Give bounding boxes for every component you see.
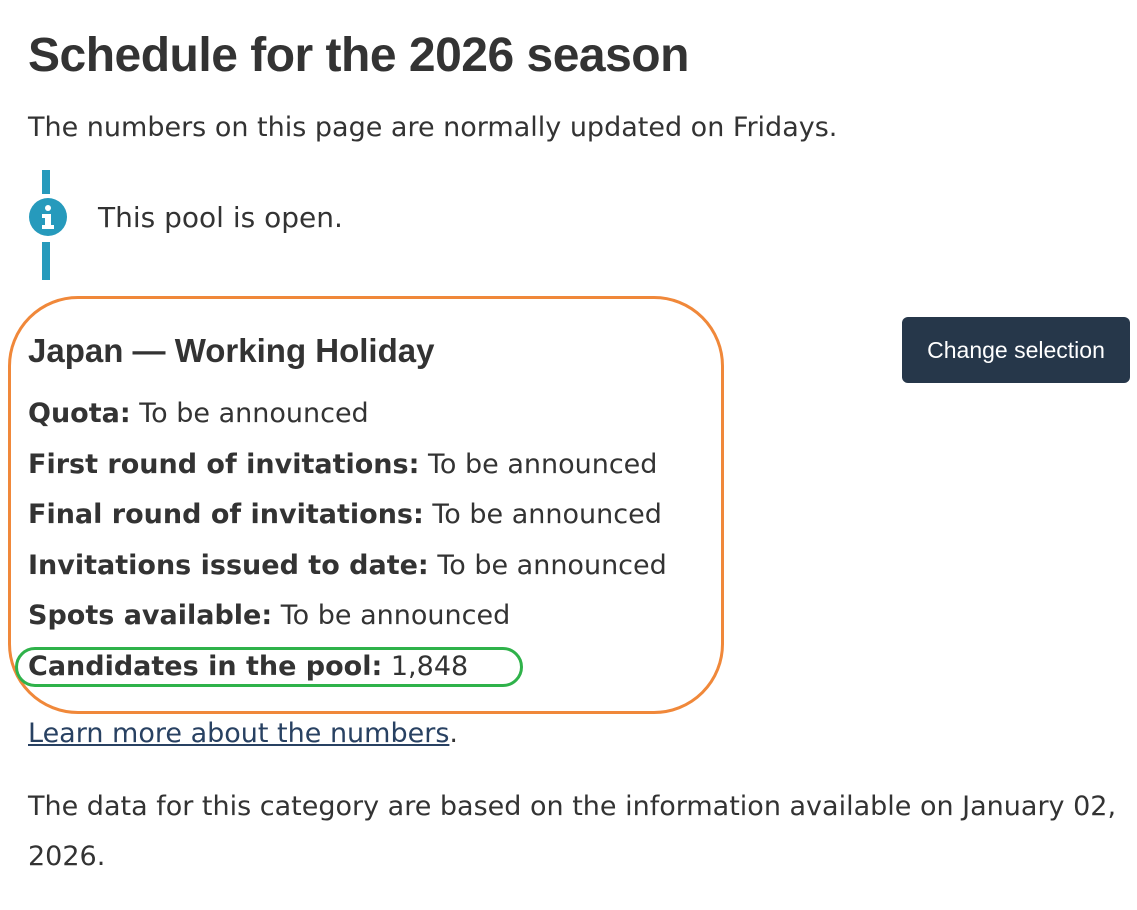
pool-stats-list: Quota: To be announced First round of in… [28,389,667,692]
stat-value: 1,848 [390,650,469,682]
stat-label: Final round of invitations: [28,499,424,530]
stat-final-round: Final round of invitations: To be announ… [28,490,667,541]
stat-value: To be announced [427,448,658,480]
stat-value: To be announced [437,549,667,581]
learn-more-link[interactable]: Learn more about the numbers [28,718,449,749]
learn-more-suffix: . [449,718,458,749]
alert-accent-bar-top [42,170,50,194]
stat-value: To be announced [280,600,511,631]
page-lead-text: The numbers on this page are normally up… [28,112,838,143]
data-availability-note: The data for this category are based on … [28,791,1117,872]
alert-message: This pool is open. [98,201,343,234]
change-selection-button[interactable]: Change selection [902,317,1130,383]
stat-value: To be announced [432,499,662,530]
pool-name-heading: Japan — Working Holiday [28,332,435,369]
stat-first-round: First round of invitations: To be announ… [28,440,667,491]
stat-value: To be announced [139,398,369,429]
stat-quota: Quota: To be announced [28,389,667,440]
page-title: Schedule for the 2026 season [28,29,689,82]
stat-label: Quota: [28,398,131,429]
stat-label: Candidates in the pool: [28,650,383,682]
alert-accent-bar-bottom [42,242,50,280]
learn-more-line: Learn more about the numbers. [28,714,458,754]
stat-spots-available: Spots available: To be announced [28,591,667,642]
stat-candidates-in-pool: Candidates in the pool: 1,848 [28,642,667,693]
info-icon [29,198,67,236]
stat-label: Invitations issued to date: [28,549,429,581]
stat-label: First round of invitations: [28,448,420,480]
stat-invitations-issued: Invitations issued to date: To be announ… [28,541,667,592]
stat-label: Spots available: [28,600,273,631]
